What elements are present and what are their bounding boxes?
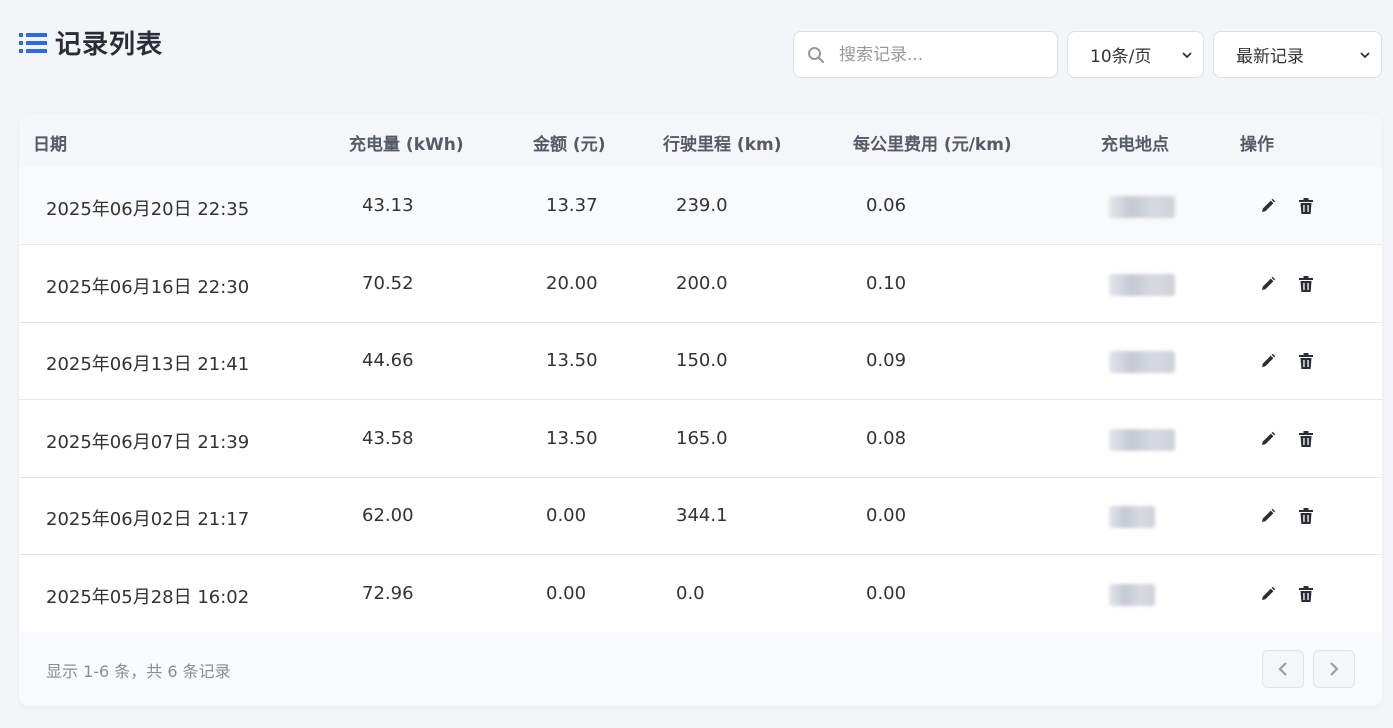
cell-amount: 0.00 bbox=[546, 582, 587, 604]
trash-icon[interactable] bbox=[1296, 584, 1316, 604]
cell-amount: 0.00 bbox=[546, 505, 587, 526]
trash-icon[interactable] bbox=[1296, 274, 1316, 294]
cell-distance: 0.0 bbox=[676, 582, 705, 604]
cell-cost-per-km: 0.06 bbox=[866, 195, 907, 216]
search-box[interactable] bbox=[793, 31, 1058, 78]
chevron-left-icon bbox=[1277, 661, 1289, 677]
column-header-location: 充电地点 bbox=[1101, 135, 1169, 155]
sort-select[interactable]: 最新记录 bbox=[1213, 31, 1382, 78]
page-title: 记录列表 bbox=[55, 30, 164, 60]
cell-amount: 13.37 bbox=[546, 195, 598, 216]
sort-value: 最新记录 bbox=[1236, 47, 1304, 67]
table-row: 2025年06月02日 21:17 62.00 0.00 344.1 0.00 bbox=[19, 477, 1382, 555]
cell-date: 2025年05月28日 16:02 bbox=[46, 586, 250, 608]
pencil-icon[interactable] bbox=[1258, 274, 1278, 294]
chevron-down-icon bbox=[1181, 49, 1193, 61]
table-row: 2025年05月28日 16:02 72.96 0.00 0.0 0.00 bbox=[19, 555, 1382, 633]
cell-distance: 150.0 bbox=[676, 350, 728, 371]
cell-amount: 13.50 bbox=[546, 427, 598, 449]
table-footer: 显示 1-6 条，共 6 条记录 bbox=[19, 632, 1382, 706]
chevron-right-icon bbox=[1328, 661, 1340, 677]
cell-date: 2025年06月02日 21:17 bbox=[46, 509, 250, 530]
next-page-button[interactable] bbox=[1313, 650, 1355, 688]
redacted-location bbox=[1109, 196, 1175, 218]
pencil-icon[interactable] bbox=[1258, 351, 1278, 371]
table-row: 2025年06月13日 21:41 44.66 13.50 150.0 0.09 bbox=[19, 322, 1382, 400]
redacted-location bbox=[1109, 428, 1175, 451]
cell-cost-per-km: 0.10 bbox=[866, 272, 907, 294]
cell-cost-per-km: 0.00 bbox=[866, 505, 907, 526]
cell-cost-per-km: 0.09 bbox=[866, 350, 907, 371]
cell-energy: 62.00 bbox=[362, 505, 414, 526]
trash-icon[interactable] bbox=[1296, 351, 1316, 371]
cell-date: 2025年06月13日 21:41 bbox=[46, 354, 250, 375]
records-table-card: 日期 充电量 (kWh) 金额 (元) 行驶里程 (km) 每公里费用 (元/k… bbox=[19, 113, 1382, 706]
cell-date: 2025年06月07日 21:39 bbox=[46, 431, 250, 453]
column-header-actions: 操作 bbox=[1240, 135, 1274, 155]
cell-energy: 70.52 bbox=[362, 272, 414, 294]
pagination-summary: 显示 1-6 条，共 6 条记录 bbox=[46, 662, 231, 681]
cell-energy: 72.96 bbox=[362, 582, 414, 604]
cell-amount: 13.50 bbox=[546, 350, 598, 371]
table-row: 2025年06月07日 21:39 43.58 13.50 165.0 0.08 bbox=[19, 400, 1382, 478]
pencil-icon[interactable] bbox=[1258, 429, 1278, 449]
cell-energy: 43.13 bbox=[362, 195, 414, 216]
cell-energy: 43.58 bbox=[362, 427, 414, 449]
cell-energy: 44.66 bbox=[362, 350, 414, 371]
cell-amount: 20.00 bbox=[546, 272, 598, 294]
table-header: 日期 充电量 (kWh) 金额 (元) 行驶里程 (km) 每公里费用 (元/k… bbox=[19, 113, 1382, 167]
column-header-amount: 金额 (元) bbox=[533, 135, 606, 155]
redacted-location bbox=[1109, 583, 1155, 606]
search-icon bbox=[807, 46, 825, 64]
column-header-date: 日期 bbox=[33, 135, 67, 155]
previous-page-button[interactable] bbox=[1262, 650, 1304, 688]
redacted-location bbox=[1109, 506, 1155, 528]
pencil-icon[interactable] bbox=[1258, 196, 1278, 216]
pencil-icon[interactable] bbox=[1258, 506, 1278, 526]
chevron-down-icon bbox=[1359, 49, 1371, 61]
list-icon bbox=[19, 31, 47, 55]
redacted-location bbox=[1109, 351, 1175, 373]
cell-date: 2025年06月16日 22:30 bbox=[46, 276, 250, 298]
search-input[interactable] bbox=[839, 44, 1039, 65]
table-row: 2025年06月16日 22:30 70.52 20.00 200.0 0.10 bbox=[19, 245, 1382, 323]
cell-distance: 344.1 bbox=[676, 505, 728, 526]
pencil-icon[interactable] bbox=[1258, 584, 1278, 604]
trash-icon[interactable] bbox=[1296, 506, 1316, 526]
trash-icon[interactable] bbox=[1296, 429, 1316, 449]
cell-distance: 165.0 bbox=[676, 427, 728, 449]
column-header-energy: 充电量 (kWh) bbox=[349, 135, 464, 155]
table-row: 2025年06月20日 22:35 43.13 13.37 239.0 0.06 bbox=[19, 167, 1382, 245]
per-page-value: 10条/页 bbox=[1090, 47, 1152, 67]
cell-distance: 200.0 bbox=[676, 272, 728, 294]
per-page-select[interactable]: 10条/页 bbox=[1067, 31, 1204, 78]
redacted-location bbox=[1109, 273, 1175, 296]
cell-distance: 239.0 bbox=[676, 195, 728, 216]
cell-cost-per-km: 0.08 bbox=[866, 427, 907, 449]
trash-icon[interactable] bbox=[1296, 196, 1316, 216]
page-title-area: 记录列表 bbox=[19, 24, 163, 61]
cell-cost-per-km: 0.00 bbox=[866, 582, 907, 604]
column-header-cost-per-km: 每公里费用 (元/km) bbox=[853, 135, 1012, 155]
cell-date: 2025年06月20日 22:35 bbox=[46, 199, 250, 220]
column-header-distance: 行驶里程 (km) bbox=[663, 135, 782, 155]
